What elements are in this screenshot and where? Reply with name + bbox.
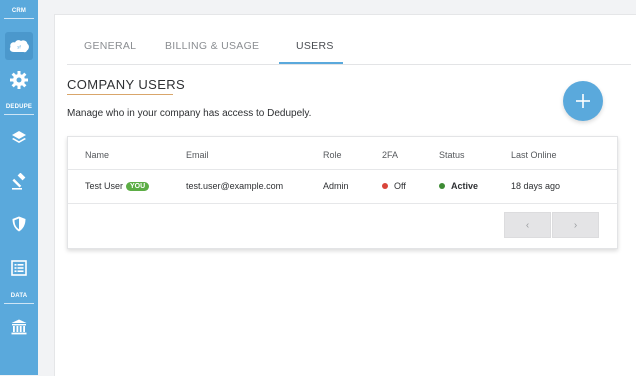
status-dot-active <box>439 183 445 189</box>
you-badge: YOU <box>126 182 150 191</box>
column-header-status[interactable]: Status <box>439 150 465 160</box>
sidebar-section-dedupe: DEDUPE <box>5 104 33 110</box>
user-2fa-cell: Off <box>382 181 406 191</box>
status-dot-off <box>382 183 388 189</box>
list-icon <box>11 260 27 276</box>
users-table: Name Email Role 2FA Status Last Online T… <box>67 136 618 249</box>
chevron-right-icon: › <box>573 219 578 231</box>
sidebar-item-security[interactable] <box>5 210 33 238</box>
divider <box>4 303 34 304</box>
divider <box>4 18 34 19</box>
sidebar-item-data[interactable] <box>5 313 33 341</box>
tab-general[interactable]: GENERAL <box>84 40 136 52</box>
bank-icon <box>11 319 27 335</box>
user-last-online: 18 days ago <box>511 181 561 191</box>
user-name-cell: Test User YOU <box>85 181 150 191</box>
main-panel: GENERAL BILLING & USAGE USERS COMPANY US… <box>54 14 636 376</box>
layers-icon <box>12 131 26 143</box>
page-description: Manage who in your company has access to… <box>67 108 312 119</box>
user-name: Test User <box>85 181 124 191</box>
tab-billing-usage[interactable]: BILLING & USAGE <box>165 40 259 52</box>
svg-text:sf: sf <box>17 45 21 50</box>
tab-users[interactable]: USERS <box>296 40 334 52</box>
page-title: COMPANY USERS <box>67 77 186 92</box>
pagination-next-button[interactable]: › <box>552 212 599 238</box>
divider <box>68 203 617 204</box>
user-email: test.user@example.com <box>186 181 284 191</box>
sidebar-section-data: DATA <box>10 293 28 299</box>
column-header-role[interactable]: Role <box>323 150 342 160</box>
divider <box>4 114 34 115</box>
title-underline <box>67 94 173 95</box>
chevron-left-icon: ‹ <box>525 219 530 231</box>
user-status: Active <box>451 181 479 191</box>
salesforce-cloud-icon: sf <box>9 40 29 53</box>
pagination-prev-button[interactable]: ‹ <box>504 212 551 238</box>
plus-icon <box>576 94 590 108</box>
column-header-name[interactable]: Name <box>85 150 109 160</box>
user-2fa: Off <box>394 181 406 191</box>
column-header-2fa[interactable]: 2FA <box>382 150 398 160</box>
sidebar-item-layers[interactable] <box>5 124 33 152</box>
divider <box>68 169 617 170</box>
tab-bar: GENERAL BILLING & USAGE USERS <box>67 15 631 65</box>
active-tab-indicator <box>279 62 343 64</box>
sidebar-section-crm: CRM <box>11 8 27 14</box>
column-header-email[interactable]: Email <box>186 150 209 160</box>
column-header-last-online[interactable]: Last Online <box>511 150 557 160</box>
gear-icon <box>10 71 28 89</box>
hammer-icon <box>12 173 26 190</box>
sidebar-item-salesforce[interactable]: sf <box>5 32 33 60</box>
add-user-button[interactable] <box>563 81 603 121</box>
user-role: Admin <box>323 181 349 191</box>
sidebar-item-settings[interactable] <box>5 66 33 94</box>
user-status-cell: Active <box>439 181 478 191</box>
shield-icon <box>12 216 26 232</box>
sidebar-item-list[interactable] <box>5 254 33 282</box>
sidebar: CRM sf DEDUPE DATA <box>0 0 38 375</box>
sidebar-item-merge[interactable] <box>5 168 33 196</box>
